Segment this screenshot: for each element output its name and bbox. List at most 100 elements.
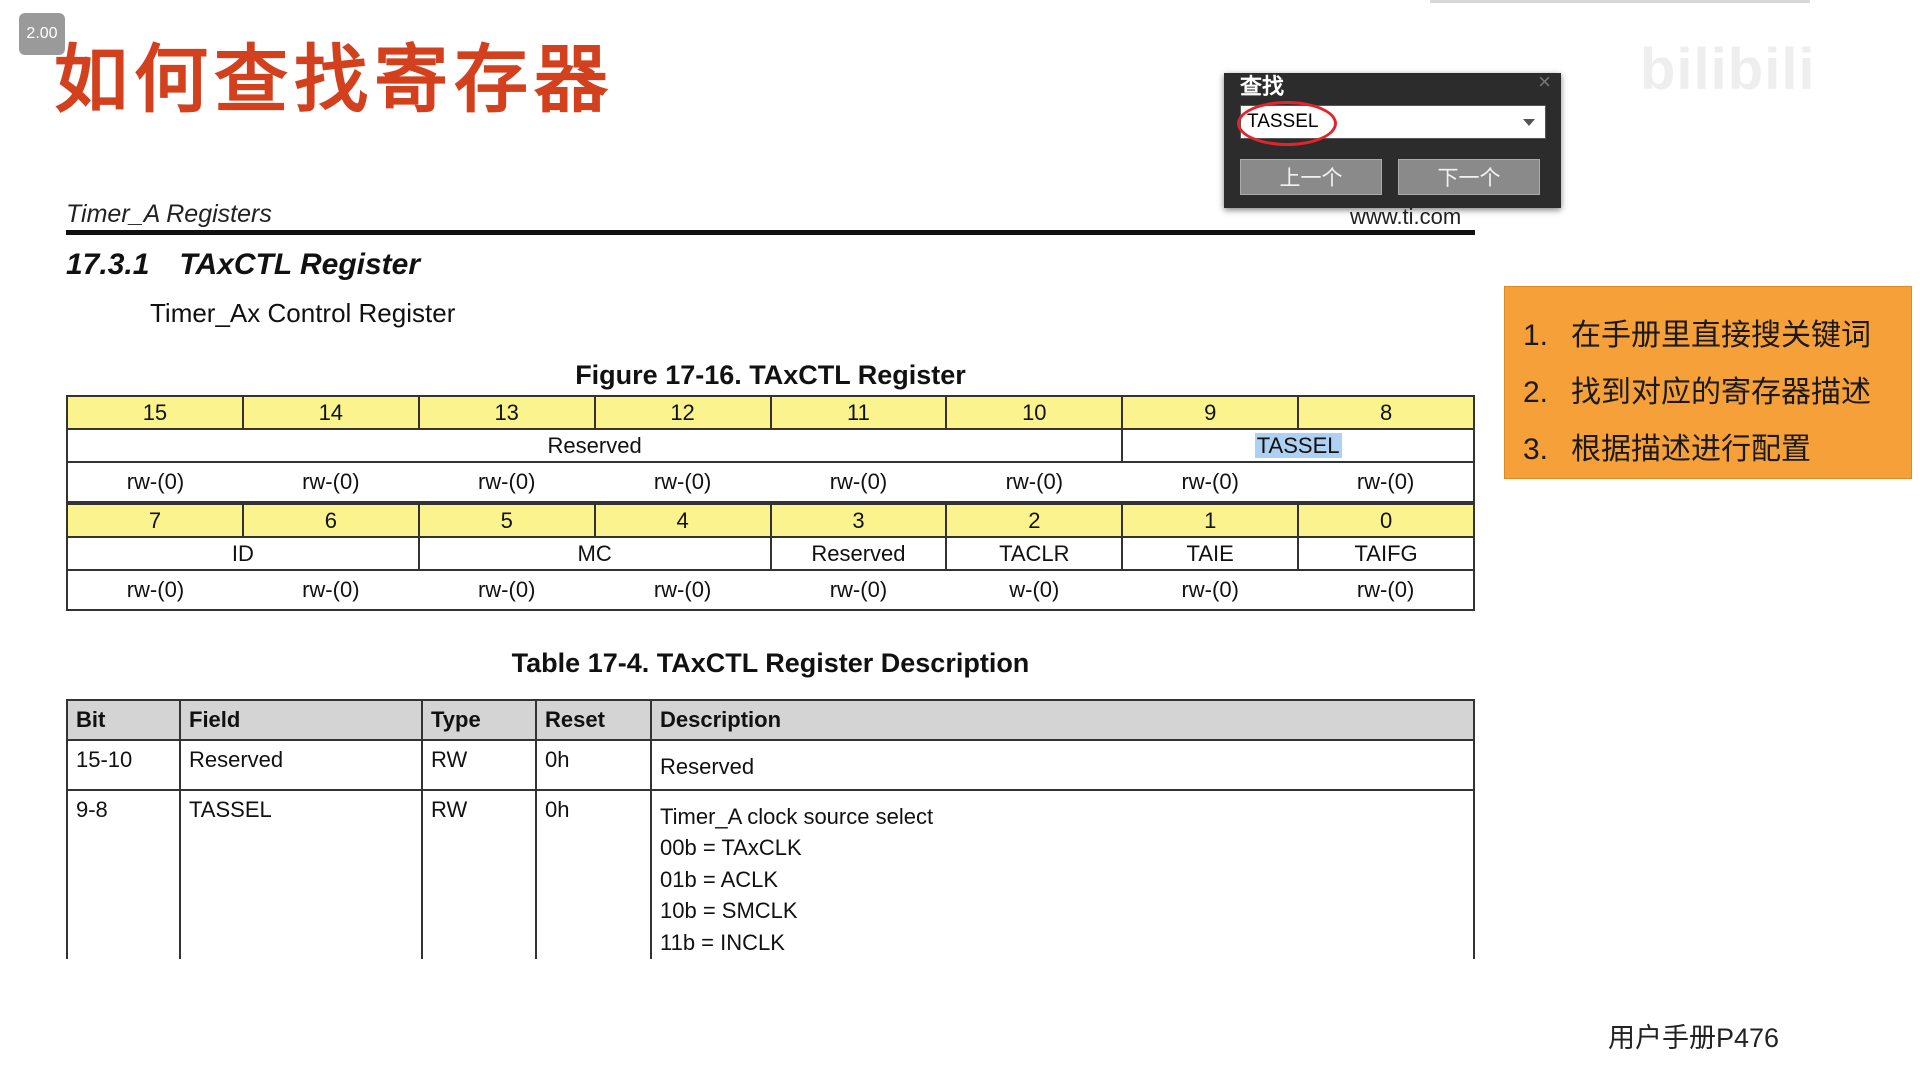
step-item: 3. 根据描述进行配置 (1523, 421, 1911, 478)
access-cell: rw-(0) (1122, 461, 1299, 503)
section-subtitle: Timer_Ax Control Register (150, 298, 456, 328)
find-dialog-title: 查找 (1240, 74, 1285, 99)
table-title: Table 17-4. TAxCTL Register Description (511, 648, 1030, 678)
bit-number: 13 (417, 395, 596, 430)
access-cell: rw-(0) (242, 461, 419, 503)
access-row: rw-(0) rw-(0) rw-(0) rw-(0) rw-(0) w-(0)… (66, 569, 1475, 611)
access-cell: rw-(0) (418, 569, 595, 611)
bit-number-row: 15 14 13 12 11 10 9 8 (66, 395, 1475, 430)
type-cell: RW (421, 788, 537, 959)
access-cell: rw-(0) (594, 461, 771, 503)
step-number: 3. (1523, 433, 1549, 466)
section-number: 17.3.1 (66, 248, 150, 281)
step-number: 1. (1523, 319, 1549, 352)
register-description-table: Bit Field Type Reset Description 15-10 R… (66, 699, 1475, 959)
step-item: 1. 在手册里直接搜关键词 (1523, 307, 1911, 364)
bilibili-watermark: bilibili (1640, 37, 1816, 102)
field-tassel: TASSEL (1121, 428, 1475, 463)
bit-number-row: 7 6 5 4 3 2 1 0 (66, 503, 1475, 538)
section-heading: 17.3.1 TAxCTL Register (66, 248, 450, 282)
bit-cell: 9-8 (66, 788, 181, 959)
bit-number: 12 (593, 395, 772, 430)
access-row: rw-(0) rw-(0) rw-(0) rw-(0) rw-(0) rw-(0… (66, 461, 1475, 503)
bit-number: 0 (1297, 503, 1475, 538)
field-row: Reserved TASSEL (65, 428, 1475, 463)
step-text: 在手册里直接搜关键词 (1571, 319, 1871, 352)
bit-number: 7 (66, 503, 244, 538)
figure-title: Figure 17-16. TAxCTL Register (575, 360, 966, 390)
field-row: ID MC Reserved TACLR TAIE TAIFG (66, 536, 1475, 571)
step-number: 2. (1523, 376, 1549, 409)
dropdown-arrow-icon[interactable] (1523, 119, 1535, 126)
access-cell: rw-(0) (770, 569, 947, 611)
bit-number: 3 (769, 503, 948, 538)
reset-cell: 0h (535, 739, 652, 791)
field-taclr: TACLR (945, 536, 1124, 571)
doc-header-left: Timer_A Registers (66, 200, 272, 228)
type-cell: RW (421, 739, 537, 791)
step-item: 2. 找到对应的寄存器描述 (1523, 364, 1911, 421)
field-taie: TAIE (1121, 536, 1300, 571)
bit-number: 10 (945, 395, 1124, 430)
step-text: 根据描述进行配置 (1571, 433, 1811, 466)
field-taifg: TAIFG (1297, 536, 1475, 571)
steps-note-box: 1. 在手册里直接搜关键词 2. 找到对应的寄存器描述 3. 根据描述进行配置 (1504, 286, 1912, 479)
manual-page-reference: 用户手册P476 (1608, 1023, 1780, 1053)
column-header: Bit (66, 699, 181, 741)
close-icon[interactable]: × (1538, 69, 1551, 95)
doc-header-rule (66, 230, 1475, 235)
access-cell: w-(0) (946, 569, 1123, 611)
bit-number: 9 (1121, 395, 1300, 430)
reset-cell: 0h (535, 788, 652, 959)
field-reserved: Reserved (65, 428, 1124, 463)
bit-number: 2 (945, 503, 1124, 538)
table-header-row: Bit Field Type Reset Description (66, 699, 1475, 741)
step-text: 找到对应的寄存器描述 (1571, 376, 1871, 409)
column-header: Description (650, 699, 1475, 741)
description-cell: Timer_A clock source select 00b = TAxCLK… (650, 788, 1475, 959)
section-title: TAxCTL Register (179, 248, 421, 281)
column-header: Reset (535, 699, 652, 741)
bit-number: 14 (241, 395, 420, 430)
option-line: 00b = TAxCLK (660, 835, 802, 860)
option-line: 11b = INCLK (660, 929, 785, 955)
description-text: Timer_A clock source select (660, 803, 934, 829)
column-header: Type (421, 699, 537, 741)
bit-number: 4 (593, 503, 772, 538)
table-row: 15-10 Reserved RW 0h Reserved (66, 739, 1475, 791)
table-row: 9-8 TASSEL RW 0h Timer_A clock source se… (66, 788, 1475, 959)
field-cell: TASSEL (179, 788, 423, 959)
access-cell: rw-(0) (1298, 461, 1475, 503)
register-figure-high-byte: 15 14 13 12 11 10 9 8 Reserved TASSEL rw… (65, 395, 1475, 503)
bit-number: 15 (66, 395, 244, 430)
top-edge-shadow (1430, 0, 1810, 3)
bit-number: 1 (1121, 503, 1300, 538)
red-annotation-circle (1237, 101, 1337, 146)
option-line: 10b = SMCLK (660, 898, 798, 923)
access-cell: rw-(0) (242, 569, 419, 611)
field-mc: MC (417, 536, 772, 571)
description-cell: Reserved (650, 739, 1475, 791)
description-table-viewport: Bit Field Type Reset Description 15-10 R… (66, 699, 1475, 959)
column-header: Field (179, 699, 423, 741)
find-previous-button[interactable]: 上一个 (1240, 159, 1382, 195)
bit-number: 8 (1297, 395, 1475, 430)
find-dialog: 查找 × TASSEL 上一个 下一个 (1224, 69, 1561, 208)
find-next-button[interactable]: 下一个 (1398, 159, 1540, 195)
bit-number: 5 (417, 503, 596, 538)
access-cell: rw-(0) (1298, 569, 1475, 611)
field-cell: Reserved (179, 739, 423, 791)
bit-cell: 15-10 (66, 739, 181, 791)
access-cell: rw-(0) (1122, 569, 1299, 611)
register-figure-low-byte: 7 6 5 4 3 2 1 0 ID MC Reserved TACLR TAI… (66, 503, 1475, 611)
access-cell: rw-(0) (66, 461, 243, 503)
field-reserved: Reserved (769, 536, 948, 571)
slide-title: 如何查找寄存器 (54, 37, 614, 123)
access-cell: rw-(0) (770, 461, 947, 503)
access-cell: rw-(0) (66, 569, 243, 611)
bit-number: 6 (241, 503, 420, 538)
access-cell: rw-(0) (594, 569, 771, 611)
access-cell: rw-(0) (946, 461, 1123, 503)
option-line: 01b = ACLK (660, 866, 779, 892)
bit-number: 11 (769, 395, 948, 430)
